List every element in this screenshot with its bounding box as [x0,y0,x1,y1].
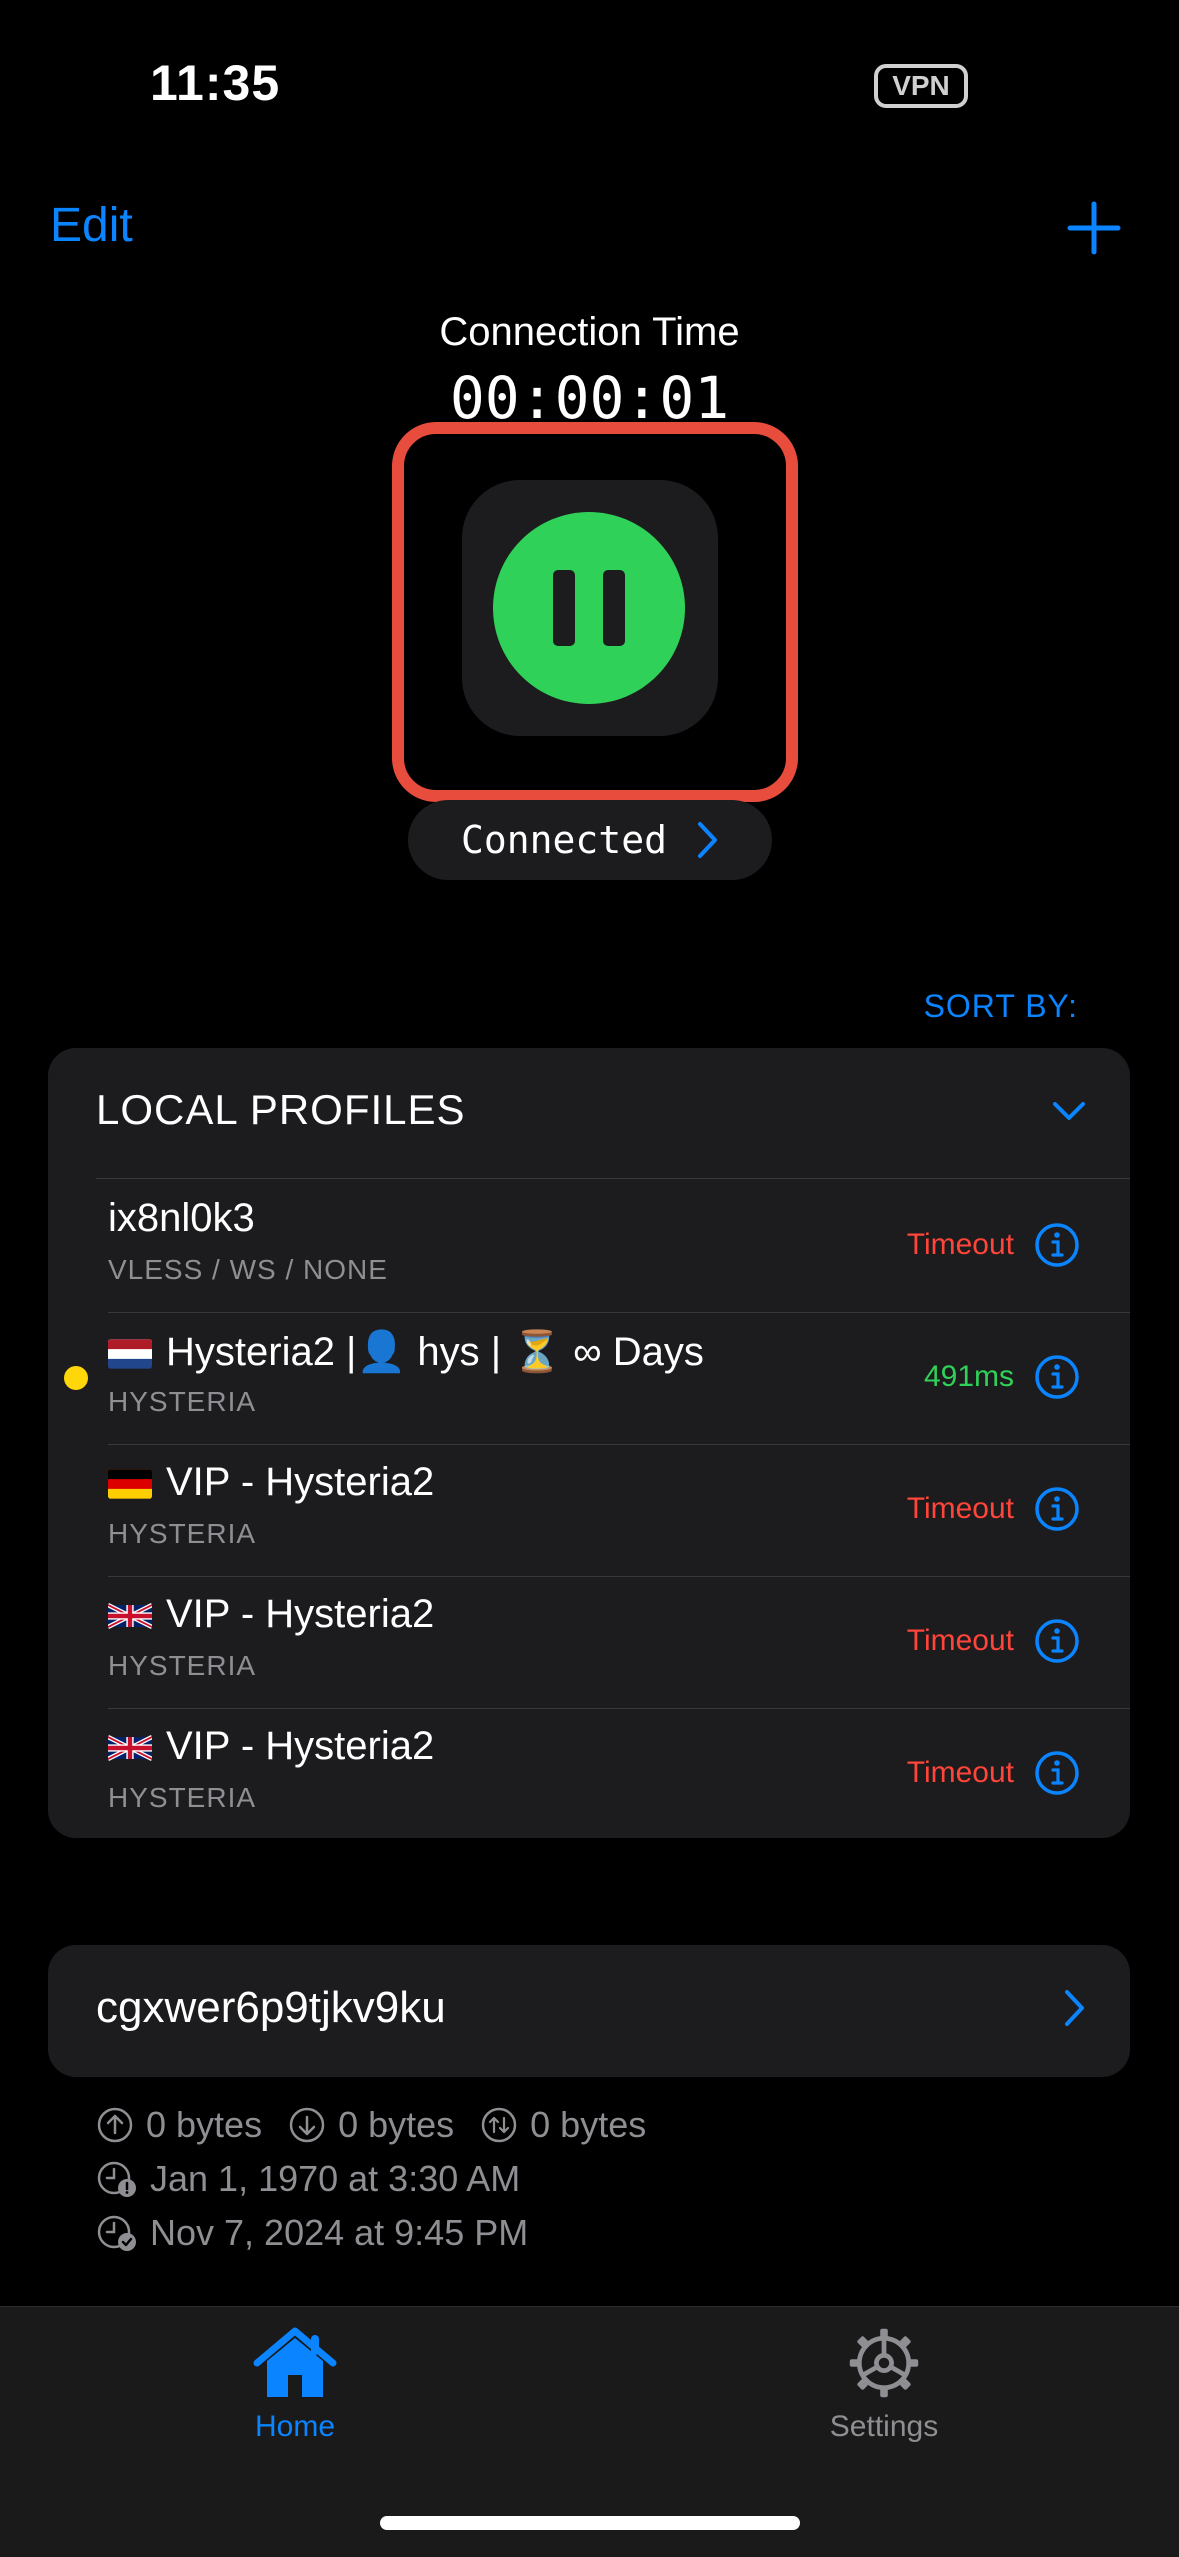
profile-latency: Timeout [906,1492,1014,1525]
profile-name: Hysteria2 |👤 hys | ⏳ ∞ Days [166,1330,704,1374]
profile-latency: Timeout [906,1624,1014,1657]
subscription-row[interactable]: cgxwer6p9tjkv9ku [48,1945,1130,2077]
subscription-name: cgxwer6p9tjkv9ku [96,1983,446,2032]
profile-name: VIP - Hysteria2 [166,1724,435,1768]
chevron-right-icon [1065,1990,1084,2026]
info-icon[interactable] [1034,1750,1080,1796]
profile-name-line: VIP - Hysteria2 [108,1724,434,1769]
upload-icon [97,2107,133,2143]
info-icon[interactable] [1034,1222,1080,1268]
expiry-date: Jan 1, 1970 at 3:30 AM [150,2158,521,2199]
connection-status: Connected [461,818,667,862]
profile-name-line: VIP - Hysteria2 [108,1592,434,1637]
divider [96,1178,1130,1179]
updated-date: Nov 7, 2024 at 9:45 PM [150,2212,529,2253]
profile-latency: Timeout [906,1756,1014,1789]
traffic-stats: 0 bytes 0 bytes 0 bytes [96,2104,672,2146]
edit-button[interactable]: Edit [50,198,133,253]
tab-settings[interactable]: Settings [734,2325,1034,2444]
profile-type: VLESS / WS / NONE [108,1254,388,1285]
tab-home-label: Home [254,2410,336,2443]
profile-name: VIP - Hysteria2 [166,1460,435,1504]
local-profiles-card: LOCAL PROFILES ix8nl0k3 VLESS / WS / NON… [48,1048,1130,1838]
up-down-arrows-icon [481,2107,517,2143]
vpn-badge: VPN [874,64,968,108]
profile-name: VIP - Hysteria2 [166,1592,435,1636]
sort-by-button[interactable]: SORT BY: [0,988,1078,1025]
tab-home[interactable]: Home [145,2325,445,2444]
info-icon[interactable] [1034,1486,1080,1532]
connection-status-button[interactable]: Connected [408,800,772,880]
local-profiles-header: LOCAL PROFILES [96,1086,466,1133]
germany-flag-icon [108,1469,152,1500]
profile-row[interactable]: Hysteria2 |👤 hys | ⏳ ∞ Days HYSTERIA 491… [48,1312,1130,1444]
chevron-down-icon[interactable] [1052,1100,1086,1122]
profile-row[interactable]: VIP - Hysteria2 HYSTERIA Timeout [48,1444,1130,1576]
download-bytes: 0 bytes [338,2104,455,2145]
profile-name-line: Hysteria2 |👤 hys | ⏳ ∞ Days [108,1328,704,1375]
profile-type: HYSTERIA [108,1386,257,1417]
upload-bytes: 0 bytes [146,2104,263,2145]
status-bar-time: 11:35 [150,55,281,111]
profile-name-line: VIP - Hysteria2 [108,1460,434,1505]
netherlands-flag-icon [108,1339,152,1370]
home-indicator [380,2516,800,2530]
clock-check-icon [97,2215,136,2251]
plus-icon[interactable] [1066,200,1122,256]
clock-alert-icon [97,2161,136,2197]
gear-icon [849,2328,919,2398]
profile-latency: 491ms [923,1360,1014,1393]
chevron-right-icon [697,822,717,858]
download-icon [289,2107,325,2143]
profile-type: HYSTERIA [108,1518,257,1549]
profile-row[interactable]: VIP - Hysteria2 HYSTERIA Timeout [48,1576,1130,1708]
tab-settings-label: Settings [829,2410,939,2443]
info-icon[interactable] [1034,1618,1080,1664]
profile-latency: Timeout [906,1228,1014,1261]
uk-flag-icon [108,1735,152,1762]
connection-time-label: Connection Time [439,310,740,354]
profile-name: ix8nl0k3 [108,1196,255,1240]
updated-line: Nov 7, 2024 at 9:45 PM [96,2212,554,2254]
highlight-box [392,422,798,802]
house-icon [253,2327,337,2397]
total-bytes: 0 bytes [530,2104,647,2145]
profile-type: HYSTERIA [108,1650,257,1681]
expiry-line: Jan 1, 1970 at 3:30 AM [96,2158,546,2200]
info-icon[interactable] [1034,1354,1080,1400]
profile-row[interactable]: VIP - Hysteria2 HYSTERIA Timeout [48,1708,1130,1838]
profile-row[interactable]: ix8nl0k3 VLESS / WS / NONE Timeout [48,1180,1130,1312]
uk-flag-icon [108,1603,152,1630]
selected-profile-indicator [64,1366,88,1390]
profile-type: HYSTERIA [108,1782,257,1813]
